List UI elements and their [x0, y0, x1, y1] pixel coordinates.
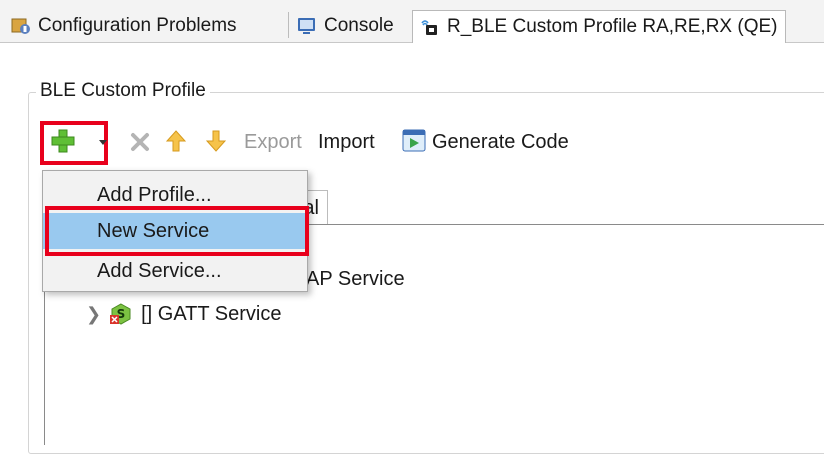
tab-separator	[288, 12, 289, 38]
menu-item-label: Add Service...	[97, 259, 222, 282]
tree-item-gap-service[interactable]: AP Service	[306, 268, 405, 291]
new-service-highlight	[45, 206, 309, 256]
tree-item-label: [] GATT Service	[141, 302, 282, 325]
delete-x-icon	[130, 132, 150, 157]
tree-label-fragment: AP Service	[306, 268, 405, 290]
arrow-up-icon	[165, 129, 187, 157]
arrow-down-icon	[205, 130, 227, 157]
tree-item-gatt-service[interactable]: ❯ S [] GATT Service	[86, 302, 282, 326]
import-button[interactable]: Import	[318, 131, 375, 154]
move-up-button[interactable]	[164, 129, 188, 157]
chevron-right-icon[interactable]: ❯	[86, 304, 101, 325]
qe-ble-icon	[419, 17, 441, 37]
console-icon	[296, 16, 318, 36]
add-dropdown-button[interactable]	[96, 134, 110, 152]
service-s-icon: S	[109, 302, 133, 326]
tab-console[interactable]: Console	[296, 12, 394, 40]
generate-code-icon-button[interactable]	[400, 128, 428, 156]
group-title: BLE Custom Profile	[36, 80, 210, 102]
configuration-problems-icon	[10, 16, 32, 36]
delete-button[interactable]	[128, 132, 152, 156]
move-down-button[interactable]	[204, 130, 228, 156]
menu-item-add-service[interactable]: Add Service...	[43, 253, 307, 289]
tab-configuration-problems[interactable]: Configuration Problems	[10, 12, 237, 40]
chevron-down-icon	[98, 134, 108, 152]
generate-code-icon	[401, 127, 427, 158]
generate-code-button[interactable]: Generate Code	[432, 131, 569, 154]
view-tab-strip: Configuration Problems Console R_BLE Cus…	[0, 0, 824, 43]
tab-label: Configuration Problems	[38, 15, 237, 36]
tab-r-ble-custom-profile[interactable]: R_BLE Custom Profile RA,RE,RX (QE)	[412, 10, 787, 43]
export-button[interactable]: Export	[244, 131, 302, 154]
tab-label: Console	[324, 15, 394, 36]
tab-label: R_BLE Custom Profile RA,RE,RX (QE)	[447, 16, 778, 37]
menu-item-label: Add Profile...	[97, 183, 212, 206]
